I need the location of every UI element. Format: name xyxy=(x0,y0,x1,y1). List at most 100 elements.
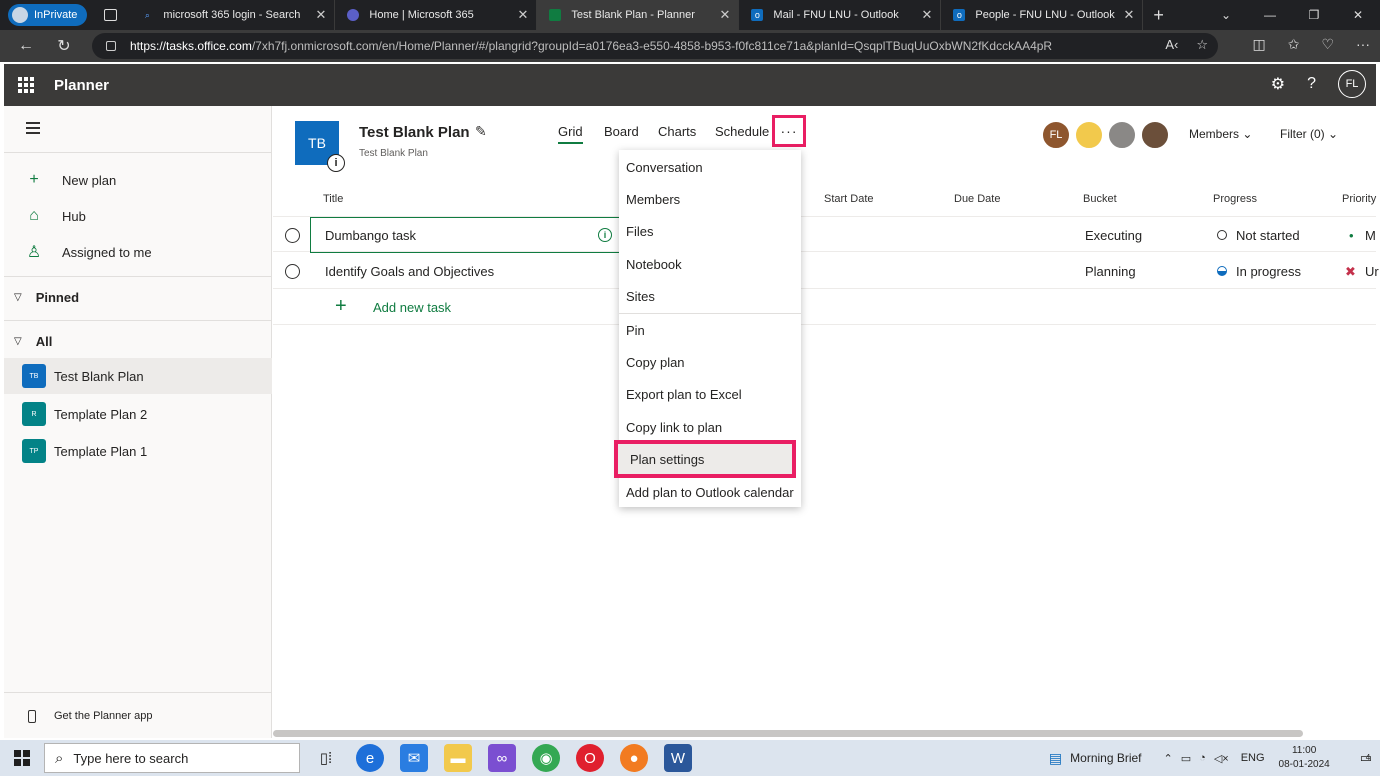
tab-schedule[interactable]: Schedule xyxy=(715,124,769,139)
windows-start-icon[interactable] xyxy=(14,750,30,766)
favorite-star-icon[interactable]: ☆ xyxy=(1196,37,1208,53)
minimize-icon[interactable]: — xyxy=(1248,8,1292,22)
tab-actions-button[interactable] xyxy=(99,4,121,26)
back-icon[interactable]: ← xyxy=(14,37,38,55)
task-view-icon[interactable]: ▯⁞ xyxy=(312,744,340,772)
taskbar-search[interactable]: ⌕ Type here to search xyxy=(44,743,300,773)
column-header-priority[interactable]: Priority xyxy=(1342,193,1376,205)
column-header-start-date[interactable]: Start Date xyxy=(824,193,874,205)
more-options-icon[interactable]: ··· xyxy=(1356,36,1370,53)
tab-charts[interactable]: Charts xyxy=(658,124,696,139)
file-explorer-icon[interactable]: ▬ xyxy=(444,744,472,772)
browser-tab-people[interactable]: o People - FNU LNU - Outlook ✕ xyxy=(941,0,1144,30)
app-name[interactable]: Planner xyxy=(54,77,109,94)
task-priority[interactable]: Ur xyxy=(1365,264,1379,279)
column-header-progress[interactable]: Progress xyxy=(1213,193,1257,205)
refresh-icon[interactable]: ↻ xyxy=(52,36,76,56)
split-screen-icon[interactable]: ◫ xyxy=(1252,36,1265,53)
nav-assigned-to-me[interactable]: ♙ Assigned to me xyxy=(4,234,272,270)
edge-icon[interactable]: e xyxy=(356,744,384,772)
task-bucket[interactable]: Executing xyxy=(1085,228,1142,243)
table-row[interactable]: Dumbango task i Executing Not started • … xyxy=(273,216,1376,253)
menu-item-conversation[interactable]: Conversation xyxy=(619,151,801,183)
info-icon[interactable]: i xyxy=(327,154,345,172)
members-button[interactable]: Members ⌄ xyxy=(1189,127,1252,141)
column-header-due-date[interactable]: Due Date xyxy=(954,193,1000,205)
task-progress[interactable]: Not started xyxy=(1236,228,1300,243)
battery-icon[interactable]: ▭ xyxy=(1181,752,1191,765)
menu-item-copy-link[interactable]: Copy link to plan xyxy=(619,411,801,443)
browser-tab-search[interactable]: ⌕ microsoft 365 login - Search ✕ xyxy=(129,0,336,30)
opera-icon[interactable]: O xyxy=(576,744,604,772)
horizontal-scrollbar[interactable] xyxy=(273,730,1303,737)
read-aloud-icon[interactable]: A‹ xyxy=(1165,37,1178,53)
inprivate-badge[interactable]: InPrivate xyxy=(8,4,88,26)
tab-grid[interactable]: Grid xyxy=(558,124,583,144)
menu-item-export-excel[interactable]: Export plan to Excel xyxy=(619,378,801,410)
gear-icon[interactable]: ⚙ xyxy=(1271,74,1285,94)
close-icon[interactable]: ✕ xyxy=(316,7,327,23)
pin-icon[interactable]: ✎ xyxy=(475,123,487,140)
section-all[interactable]: ▽ All xyxy=(4,328,272,354)
member-avatars[interactable]: FL xyxy=(1041,120,1173,150)
menu-item-members[interactable]: Members xyxy=(619,183,801,215)
network-icon[interactable]: ◔ xyxy=(1199,752,1206,764)
close-window-icon[interactable]: ✕ xyxy=(1336,8,1380,22)
app-launcher-icon[interactable] xyxy=(18,77,34,93)
close-icon[interactable]: ✕ xyxy=(922,7,933,23)
close-icon[interactable]: ✕ xyxy=(1124,7,1135,23)
close-icon[interactable]: ✕ xyxy=(720,7,731,23)
table-row[interactable]: Identify Goals and Objectives Planning I… xyxy=(273,253,1379,289)
tab-board[interactable]: Board xyxy=(604,124,639,139)
section-pinned[interactable]: ▽ Pinned xyxy=(4,284,272,310)
plan-item-test-blank-plan[interactable]: TB Test Blank Plan xyxy=(4,358,272,394)
column-header-title[interactable]: Title xyxy=(323,193,343,205)
menu-item-sites[interactable]: Sites xyxy=(619,280,801,312)
get-planner-app-link[interactable]: Get the Planner app xyxy=(4,702,272,730)
chevron-down-icon[interactable]: ⌄ xyxy=(1204,8,1248,22)
task-progress[interactable]: In progress xyxy=(1236,264,1301,279)
menu-item-pin[interactable]: Pin xyxy=(619,314,801,346)
more-options-button[interactable]: ··· xyxy=(772,115,806,147)
weather-widget[interactable]: Morning Brief xyxy=(1070,751,1141,765)
new-tab-icon[interactable]: + xyxy=(1153,5,1164,26)
menu-item-add-outlook-calendar[interactable]: Add plan to Outlook calendar xyxy=(619,476,801,508)
firefox-icon[interactable]: ● xyxy=(620,744,648,772)
chrome-icon[interactable]: ◉ xyxy=(532,744,560,772)
nav-hub[interactable]: ⌂ Hub xyxy=(4,198,272,234)
info-icon[interactable]: i xyxy=(598,228,612,242)
filter-button[interactable]: Filter (0) ⌄ xyxy=(1280,127,1338,141)
help-icon[interactable]: ? xyxy=(1307,75,1316,93)
task-title[interactable]: Dumbango task xyxy=(325,228,416,243)
mail-icon[interactable]: ✉ xyxy=(400,744,428,772)
task-title[interactable]: Identify Goals and Objectives xyxy=(325,264,494,279)
browser-tab-mail[interactable]: o Mail - FNU LNU - Outlook ✕ xyxy=(739,0,942,30)
hamburger-icon[interactable] xyxy=(26,122,40,137)
plan-item-template-plan-2[interactable]: R Template Plan 2 xyxy=(4,396,272,432)
column-header-bucket[interactable]: Bucket xyxy=(1083,193,1117,205)
visual-studio-icon[interactable]: ∞ xyxy=(488,744,516,772)
address-bar[interactable]: https://tasks.office.com /7xh7fj.onmicro… xyxy=(92,33,1218,59)
close-icon[interactable]: ✕ xyxy=(518,7,529,23)
notification-icon[interactable]: ▭ 4 xyxy=(1360,750,1372,766)
browser-essentials-icon[interactable]: ♡ xyxy=(1321,36,1334,53)
menu-item-plan-settings[interactable]: Plan settings xyxy=(614,440,796,478)
complete-checkbox[interactable] xyxy=(285,264,300,279)
browser-tab-planner[interactable]: Test Blank Plan - Planner ✕ xyxy=(537,0,740,30)
maximize-icon[interactable]: ❐ xyxy=(1292,8,1336,22)
user-avatar[interactable]: FL xyxy=(1338,70,1366,98)
word-icon[interactable]: W xyxy=(664,744,692,772)
menu-item-notebook[interactable]: Notebook xyxy=(619,248,801,280)
add-task-row[interactable]: + Add new task xyxy=(273,289,1376,325)
menu-item-copy-plan[interactable]: Copy plan xyxy=(619,346,801,378)
menu-item-files[interactable]: Files xyxy=(619,215,801,247)
volume-icon[interactable]: ◁× xyxy=(1214,752,1229,765)
plan-item-template-plan-1[interactable]: TP Template Plan 1 xyxy=(4,433,272,469)
task-priority[interactable]: M xyxy=(1365,228,1376,243)
nav-new-plan[interactable]: + New plan xyxy=(4,162,272,198)
chevron-up-icon[interactable]: ⌃ xyxy=(1164,752,1173,765)
complete-checkbox[interactable] xyxy=(285,228,300,243)
language-indicator[interactable]: ENG xyxy=(1241,752,1265,764)
favorites-icon[interactable]: ✩ xyxy=(1288,36,1300,53)
task-bucket[interactable]: Planning xyxy=(1085,264,1136,279)
